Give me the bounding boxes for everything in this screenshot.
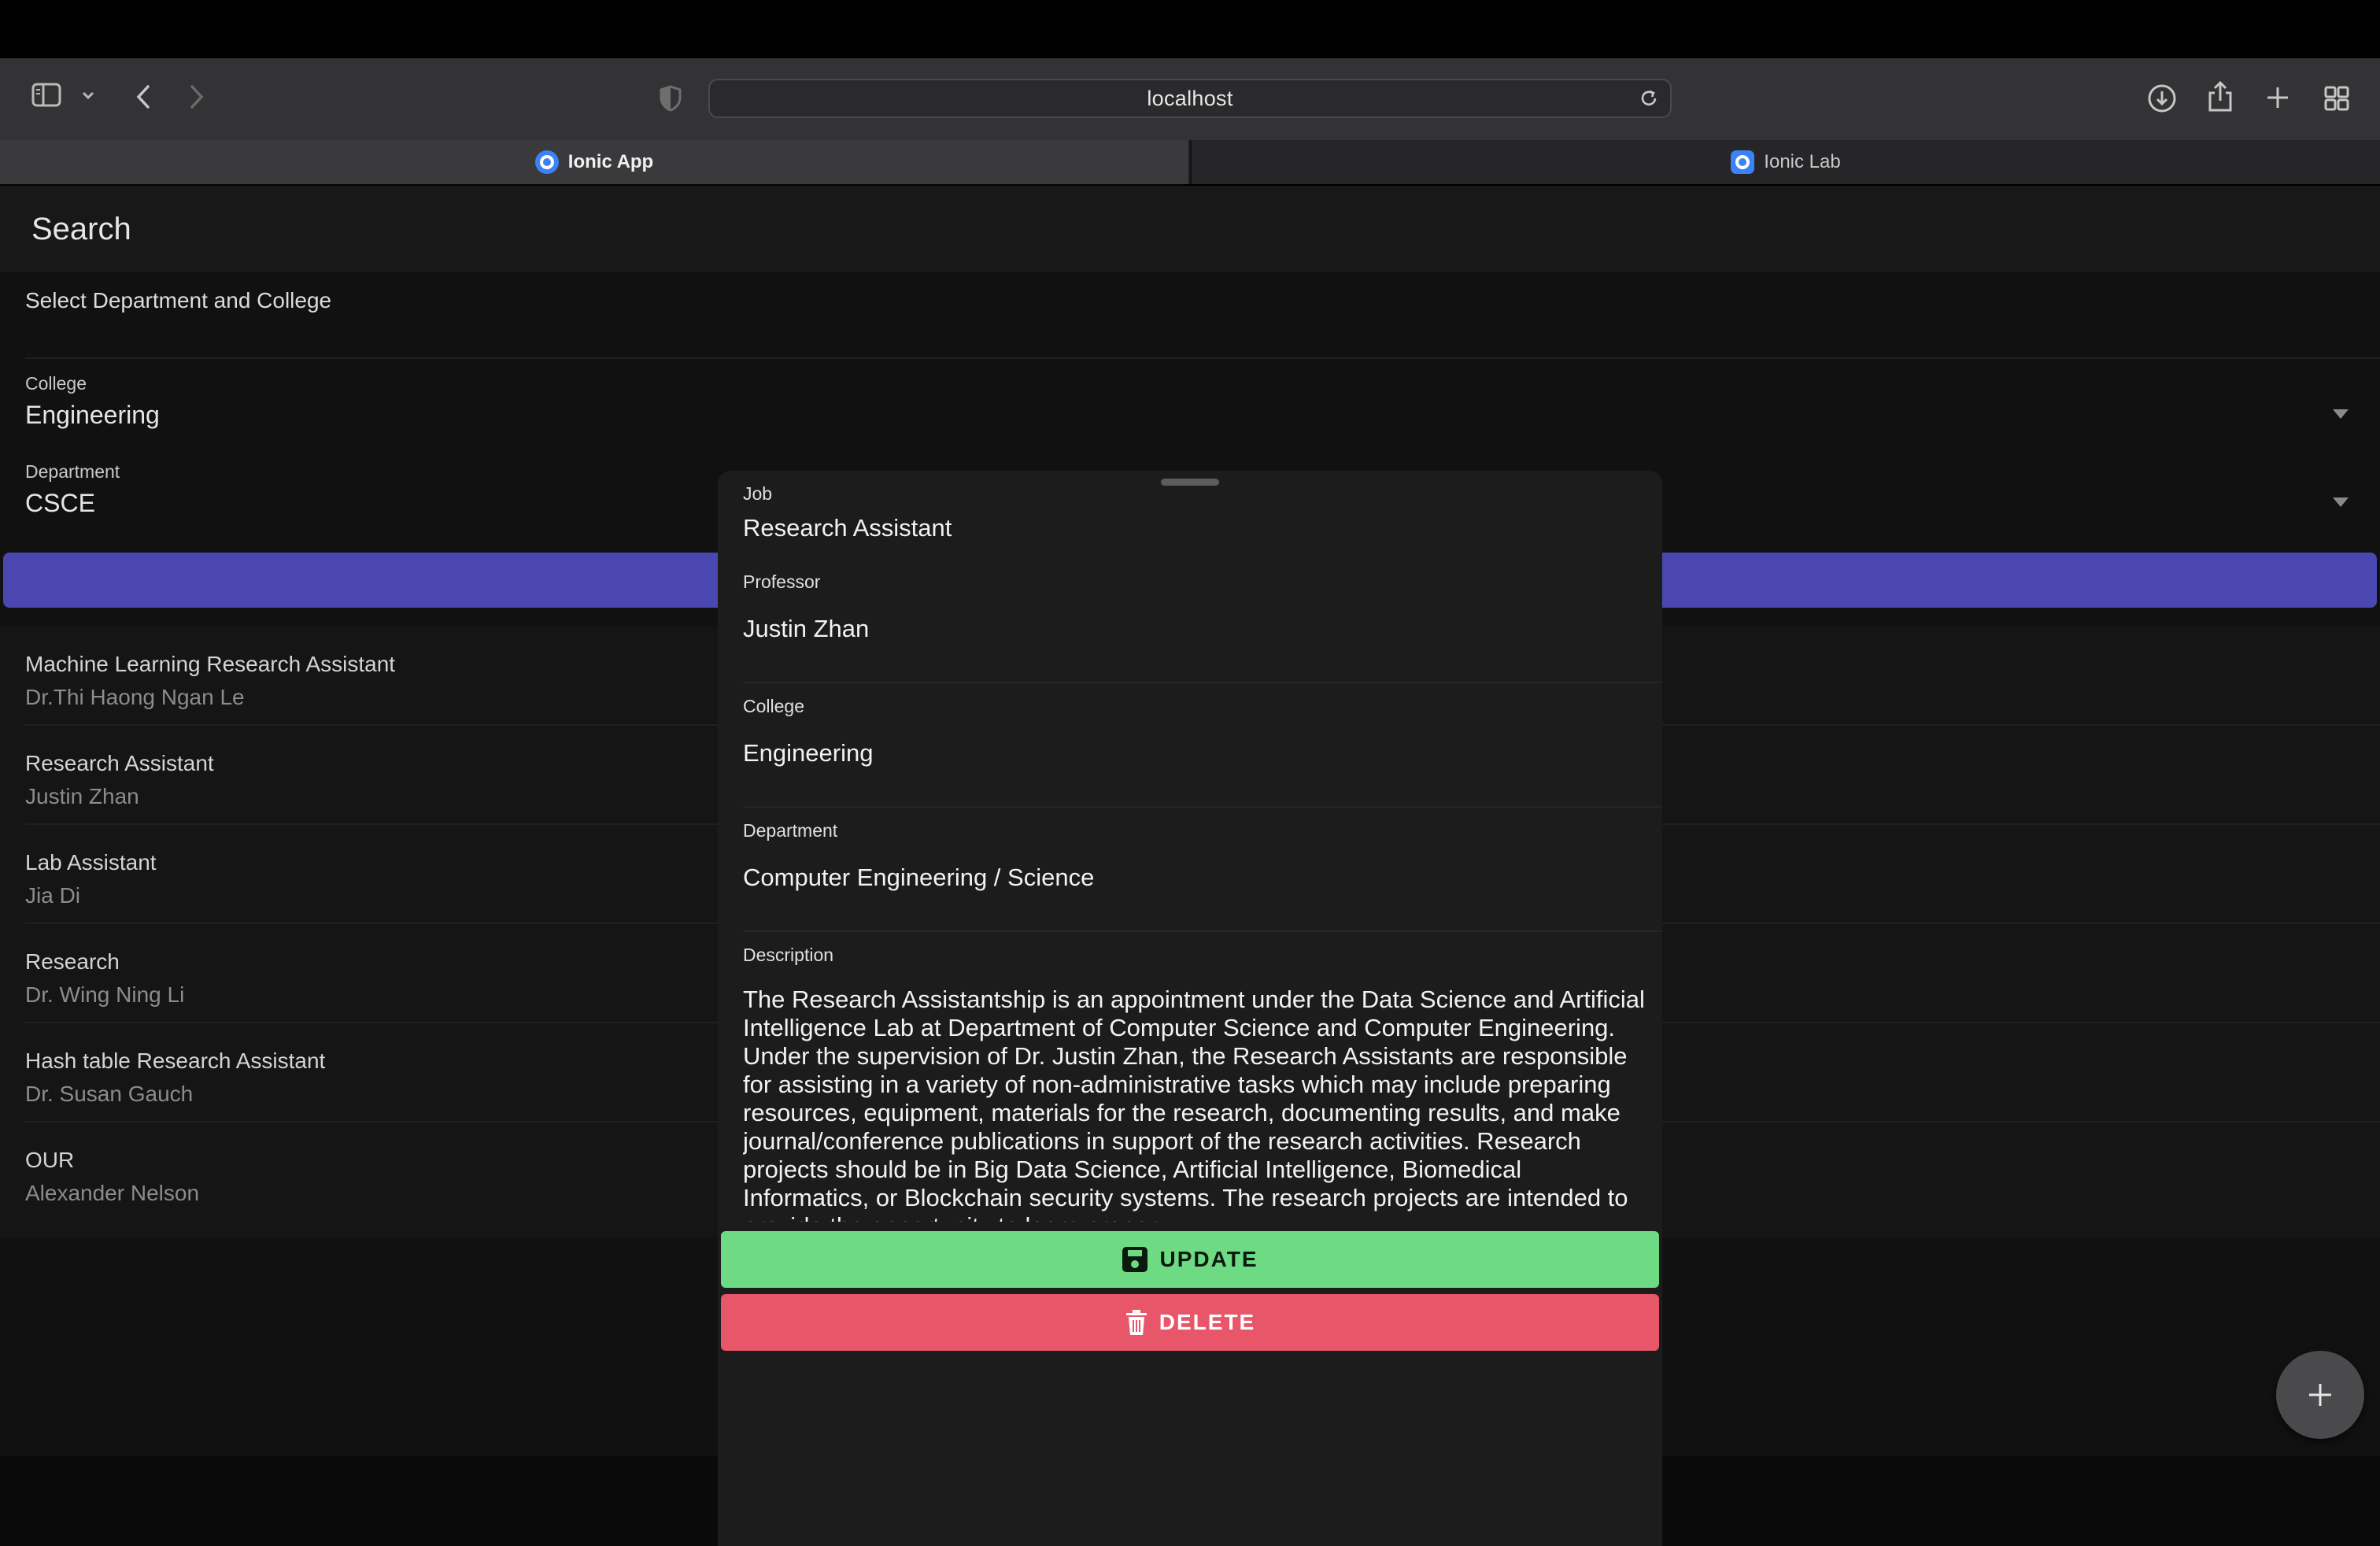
ionic-lab-favicon-icon [1731, 150, 1755, 174]
college-value: Engineering [743, 739, 874, 767]
ionic-favicon-icon [534, 150, 559, 174]
description-field: Description [718, 945, 1662, 966]
college-select[interactable]: College Engineering [0, 373, 2380, 452]
tab-overview-icon[interactable] [2323, 85, 2350, 112]
caret-down-icon [2333, 409, 2349, 419]
url-text: localhost [1147, 86, 1233, 110]
screen-top-bar [0, 0, 2380, 58]
forward-icon[interactable] [187, 83, 206, 110]
divider [743, 930, 1662, 932]
app-header: Search [0, 186, 2380, 272]
page-title: Search [31, 211, 131, 246]
description-textarea[interactable]: The Research Assistantship is an appoint… [743, 986, 1648, 1222]
sidebar-toggle-icon[interactable] [31, 82, 63, 109]
add-job-button[interactable] [2276, 1351, 2364, 1439]
back-icon[interactable] [134, 83, 153, 110]
divider [743, 806, 1662, 808]
department-label: Department [743, 820, 838, 841]
tab-label: Ionic App [567, 151, 654, 172]
divider [743, 682, 1662, 683]
trash-icon [1125, 1310, 1147, 1335]
reload-icon[interactable] [1639, 88, 1659, 113]
college-label: College [743, 696, 804, 716]
delete-button[interactable]: DELETE [721, 1294, 1659, 1351]
department-value: Computer Engineering / Science [743, 864, 1095, 891]
plus-icon [2309, 1384, 2331, 1406]
privacy-shield-icon[interactable] [660, 85, 682, 112]
college-value: Engineering [25, 401, 160, 429]
job-label: Job [743, 483, 773, 504]
job-field[interactable]: Job Research Assistant [718, 483, 1662, 542]
job-value: Research Assistant [743, 514, 952, 542]
college-field[interactable]: College Engineering [718, 696, 1662, 767]
share-icon[interactable] [2207, 80, 2234, 113]
tab-ionic-lab[interactable]: Ionic Lab [1190, 140, 2380, 184]
college-label: College [25, 373, 87, 394]
update-label: UPDATE [1159, 1247, 1258, 1271]
new-tab-icon[interactable] [2265, 85, 2290, 110]
professor-value: Justin Zhan [743, 615, 870, 642]
department-field[interactable]: Department Computer Engineering / Scienc… [718, 820, 1662, 892]
description-label: Description [743, 945, 834, 965]
tab-bar: Ionic App Ionic Lab [0, 140, 2380, 184]
browser-toolbar: localhost [0, 58, 2380, 140]
delete-label: DELETE [1159, 1310, 1256, 1334]
update-button[interactable]: UPDATE [721, 1231, 1659, 1288]
caret-down-icon [2333, 497, 2349, 507]
tab-label: Ionic Lab [1764, 151, 1841, 172]
select-section-title: Select Department and College [25, 288, 332, 313]
tab-ionic-app[interactable]: Ionic App [0, 140, 1188, 184]
professor-field[interactable]: Professor Justin Zhan [718, 571, 1662, 643]
address-bar[interactable]: localhost [708, 79, 1672, 118]
professor-label: Professor [743, 571, 821, 592]
divider [25, 357, 2380, 359]
save-icon [1122, 1247, 1148, 1272]
downloads-icon[interactable] [2147, 83, 2177, 113]
job-detail-modal: Job Research Assistant Professor Justin … [718, 471, 1662, 1546]
chevron-down-icon[interactable] [80, 90, 96, 101]
